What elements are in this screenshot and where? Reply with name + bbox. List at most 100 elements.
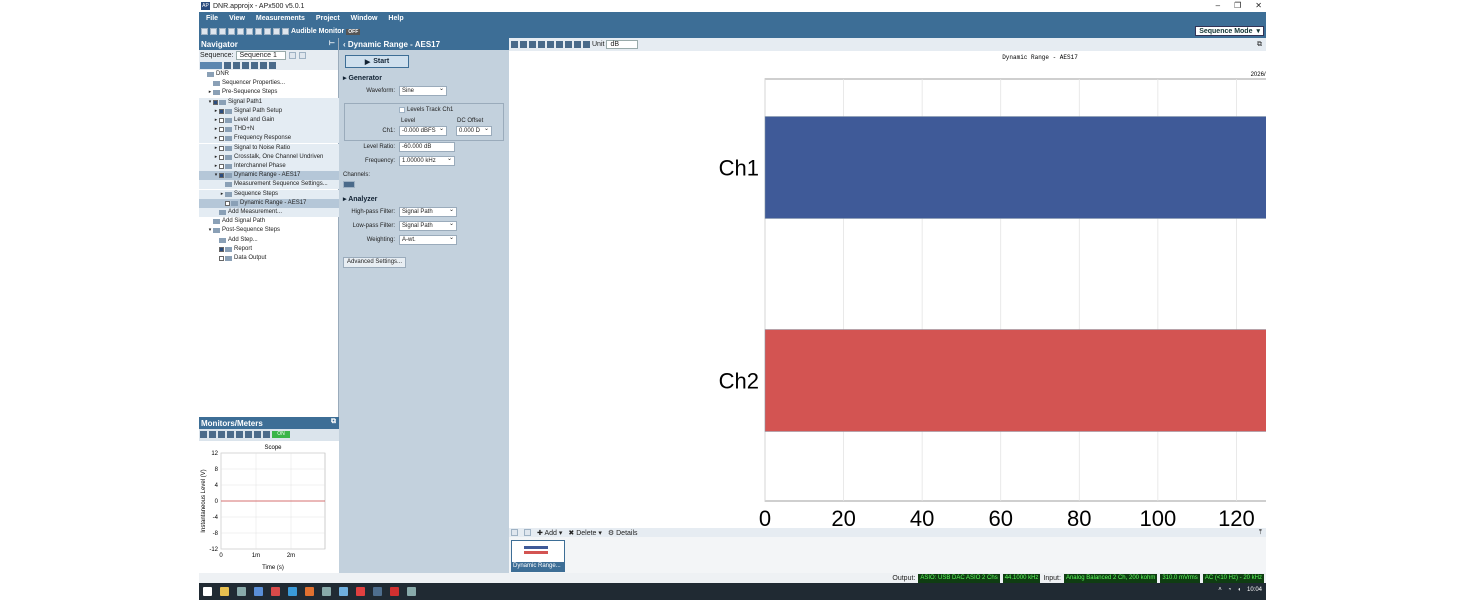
fft-icon[interactable] bbox=[209, 430, 216, 438]
file-explorer-icon[interactable] bbox=[220, 587, 229, 596]
copy-icon[interactable] bbox=[538, 41, 545, 48]
save-icon[interactable] bbox=[219, 28, 226, 35]
freq-icon[interactable] bbox=[245, 430, 252, 438]
weighting-select[interactable]: A-wt. bbox=[399, 234, 457, 245]
wifi-icon[interactable]: ◔ bbox=[1228, 587, 1232, 593]
level-ratio-input[interactable]: -60.000 dB bbox=[399, 142, 455, 152]
add-icon[interactable] bbox=[242, 62, 249, 69]
menu-project[interactable]: Project bbox=[316, 15, 340, 22]
delete-icon[interactable] bbox=[251, 62, 258, 69]
tree-item[interactable]: ▸ Signal to Noise Ratio bbox=[199, 143, 339, 153]
tray-chevron-icon[interactable]: ˄ bbox=[1218, 587, 1222, 593]
tree-item[interactable]: Measurement Sequence Settings... bbox=[199, 180, 339, 190]
tree-checkbox[interactable] bbox=[219, 145, 224, 151]
level-icon[interactable] bbox=[227, 430, 234, 438]
tree-checkbox[interactable] bbox=[213, 99, 218, 105]
browser-icon[interactable] bbox=[288, 587, 297, 596]
tree-item[interactable]: Add Signal Path bbox=[199, 217, 339, 226]
cursor-icon[interactable] bbox=[556, 41, 563, 48]
clock[interactable]: 10:04 bbox=[1247, 587, 1262, 593]
autoscale-icon[interactable] bbox=[529, 41, 536, 48]
waveform-select[interactable]: Sine bbox=[399, 85, 447, 96]
speaker-icon[interactable] bbox=[282, 28, 289, 35]
menu-measurements[interactable]: Measurements bbox=[256, 15, 305, 22]
phase-icon[interactable] bbox=[254, 430, 261, 438]
app-icon[interactable] bbox=[390, 587, 399, 596]
input-level[interactable]: 310.0 mVrms bbox=[1160, 573, 1200, 583]
meter-icon[interactable] bbox=[255, 28, 262, 35]
tree-checkbox[interactable] bbox=[219, 154, 224, 160]
sequence-settings-icon[interactable] bbox=[299, 52, 307, 59]
levels-track-row[interactable]: Levels Track Ch1 bbox=[399, 107, 453, 113]
audible-monitor-toggle[interactable]: OFF bbox=[346, 28, 361, 35]
paste-icon[interactable] bbox=[269, 62, 276, 69]
minimize-icon[interactable]: – bbox=[1216, 1, 1220, 10]
levels-track-checkbox[interactable] bbox=[399, 107, 405, 113]
open-icon[interactable] bbox=[210, 28, 217, 35]
sequence-mode-select[interactable]: Sequence Mode ▾ bbox=[1195, 26, 1264, 36]
details-button[interactable]: ⚙ Details bbox=[608, 529, 638, 537]
maximize-icon[interactable]: ❐ bbox=[1234, 1, 1241, 10]
tree-item[interactable]: DNR bbox=[199, 70, 339, 79]
tree-item[interactable]: Add Step... bbox=[199, 236, 339, 245]
tree-checkbox[interactable] bbox=[219, 118, 224, 123]
hp-filter-select[interactable]: Signal Path bbox=[399, 206, 457, 217]
tree-item[interactable]: Dynamic Range - AES17 bbox=[199, 198, 339, 208]
expand-icon[interactable] bbox=[511, 529, 518, 536]
zoom-icon[interactable] bbox=[511, 41, 518, 48]
copy-icon[interactable] bbox=[260, 62, 267, 69]
app-icon[interactable] bbox=[407, 587, 416, 596]
collapse-icon[interactable] bbox=[233, 62, 240, 69]
upload-icon[interactable]: ⤒ bbox=[1259, 529, 1262, 537]
tree-checkbox[interactable] bbox=[219, 173, 224, 179]
output-device[interactable]: ASIO: USB DAC ASIO 2 Chs bbox=[918, 573, 1000, 583]
tree-checkbox[interactable] bbox=[219, 108, 224, 114]
report-icon[interactable] bbox=[264, 28, 271, 35]
tree-checkbox[interactable] bbox=[219, 136, 224, 142]
popout-icon[interactable]: ⧉ bbox=[331, 418, 336, 426]
gear-icon[interactable] bbox=[289, 52, 297, 59]
app-icon[interactable] bbox=[339, 587, 348, 596]
settings-icon[interactable] bbox=[237, 28, 244, 35]
tree-checkbox[interactable] bbox=[219, 164, 224, 169]
close-icon[interactable]: ✕ bbox=[1255, 1, 1262, 10]
expand-icon[interactable] bbox=[224, 62, 231, 69]
popout-icon[interactable]: ⧉ bbox=[1257, 41, 1262, 49]
tree-item[interactable]: Add Measurement... bbox=[199, 208, 339, 217]
lp-filter-select[interactable]: Signal Path bbox=[399, 220, 457, 231]
rms-icon[interactable] bbox=[236, 430, 243, 438]
generator-section[interactable]: ▸ Generator bbox=[343, 74, 382, 82]
tree-item[interactable]: Data Output bbox=[199, 254, 339, 263]
limits-icon[interactable] bbox=[565, 41, 572, 48]
text-icon[interactable] bbox=[583, 41, 590, 48]
tree-checkbox[interactable] bbox=[219, 127, 224, 133]
tree-checkbox[interactable] bbox=[225, 200, 230, 206]
tree-item[interactable]: ▸ Pre-Sequence Steps bbox=[199, 88, 339, 97]
tree-item[interactable]: ▸ Crosstalk, One Channel Undriven bbox=[199, 152, 339, 162]
add-button[interactable]: ✚ Add ▾ bbox=[537, 529, 562, 537]
channels-select-icon[interactable] bbox=[343, 181, 355, 188]
delete-button[interactable]: ✖ Delete ▾ bbox=[568, 529, 602, 537]
meter-icon[interactable] bbox=[218, 430, 225, 438]
tree-item[interactable]: Sequencer Properties... bbox=[199, 79, 339, 88]
frequency-input[interactable]: 1.00000 kHz bbox=[399, 155, 455, 166]
app-icon[interactable] bbox=[305, 587, 314, 596]
input-device[interactable]: Analog Balanced 2 Ch, 200 kohm bbox=[1063, 573, 1158, 583]
advanced-settings-button[interactable]: Advanced Settings... bbox=[343, 257, 407, 268]
tree-item[interactable]: ▸ Signal Path Setup bbox=[199, 106, 339, 116]
graph-icon[interactable] bbox=[246, 28, 253, 35]
app-icon[interactable] bbox=[254, 587, 263, 596]
volume-icon[interactable]: ◖ bbox=[1237, 587, 1241, 593]
windows-start-icon[interactable] bbox=[203, 587, 212, 596]
app-icon[interactable] bbox=[356, 587, 365, 596]
tree-item[interactable]: ▸ Level and Gain bbox=[199, 116, 339, 125]
tree-item[interactable]: ▾ Signal Path1 bbox=[199, 97, 339, 107]
output-rate[interactable]: 44.1000 kHz bbox=[1002, 573, 1041, 583]
apx500-taskbar-icon[interactable] bbox=[373, 587, 382, 596]
camera-icon[interactable] bbox=[263, 430, 270, 438]
tree-item[interactable]: Report bbox=[199, 245, 339, 254]
grid-icon[interactable] bbox=[547, 41, 554, 48]
tree-item[interactable]: ▾ Post-Sequence Steps bbox=[199, 226, 339, 235]
result-thumbnail[interactable]: Dynamic Range... bbox=[511, 540, 565, 572]
sequence-select[interactable]: Sequence 1 bbox=[236, 51, 287, 60]
